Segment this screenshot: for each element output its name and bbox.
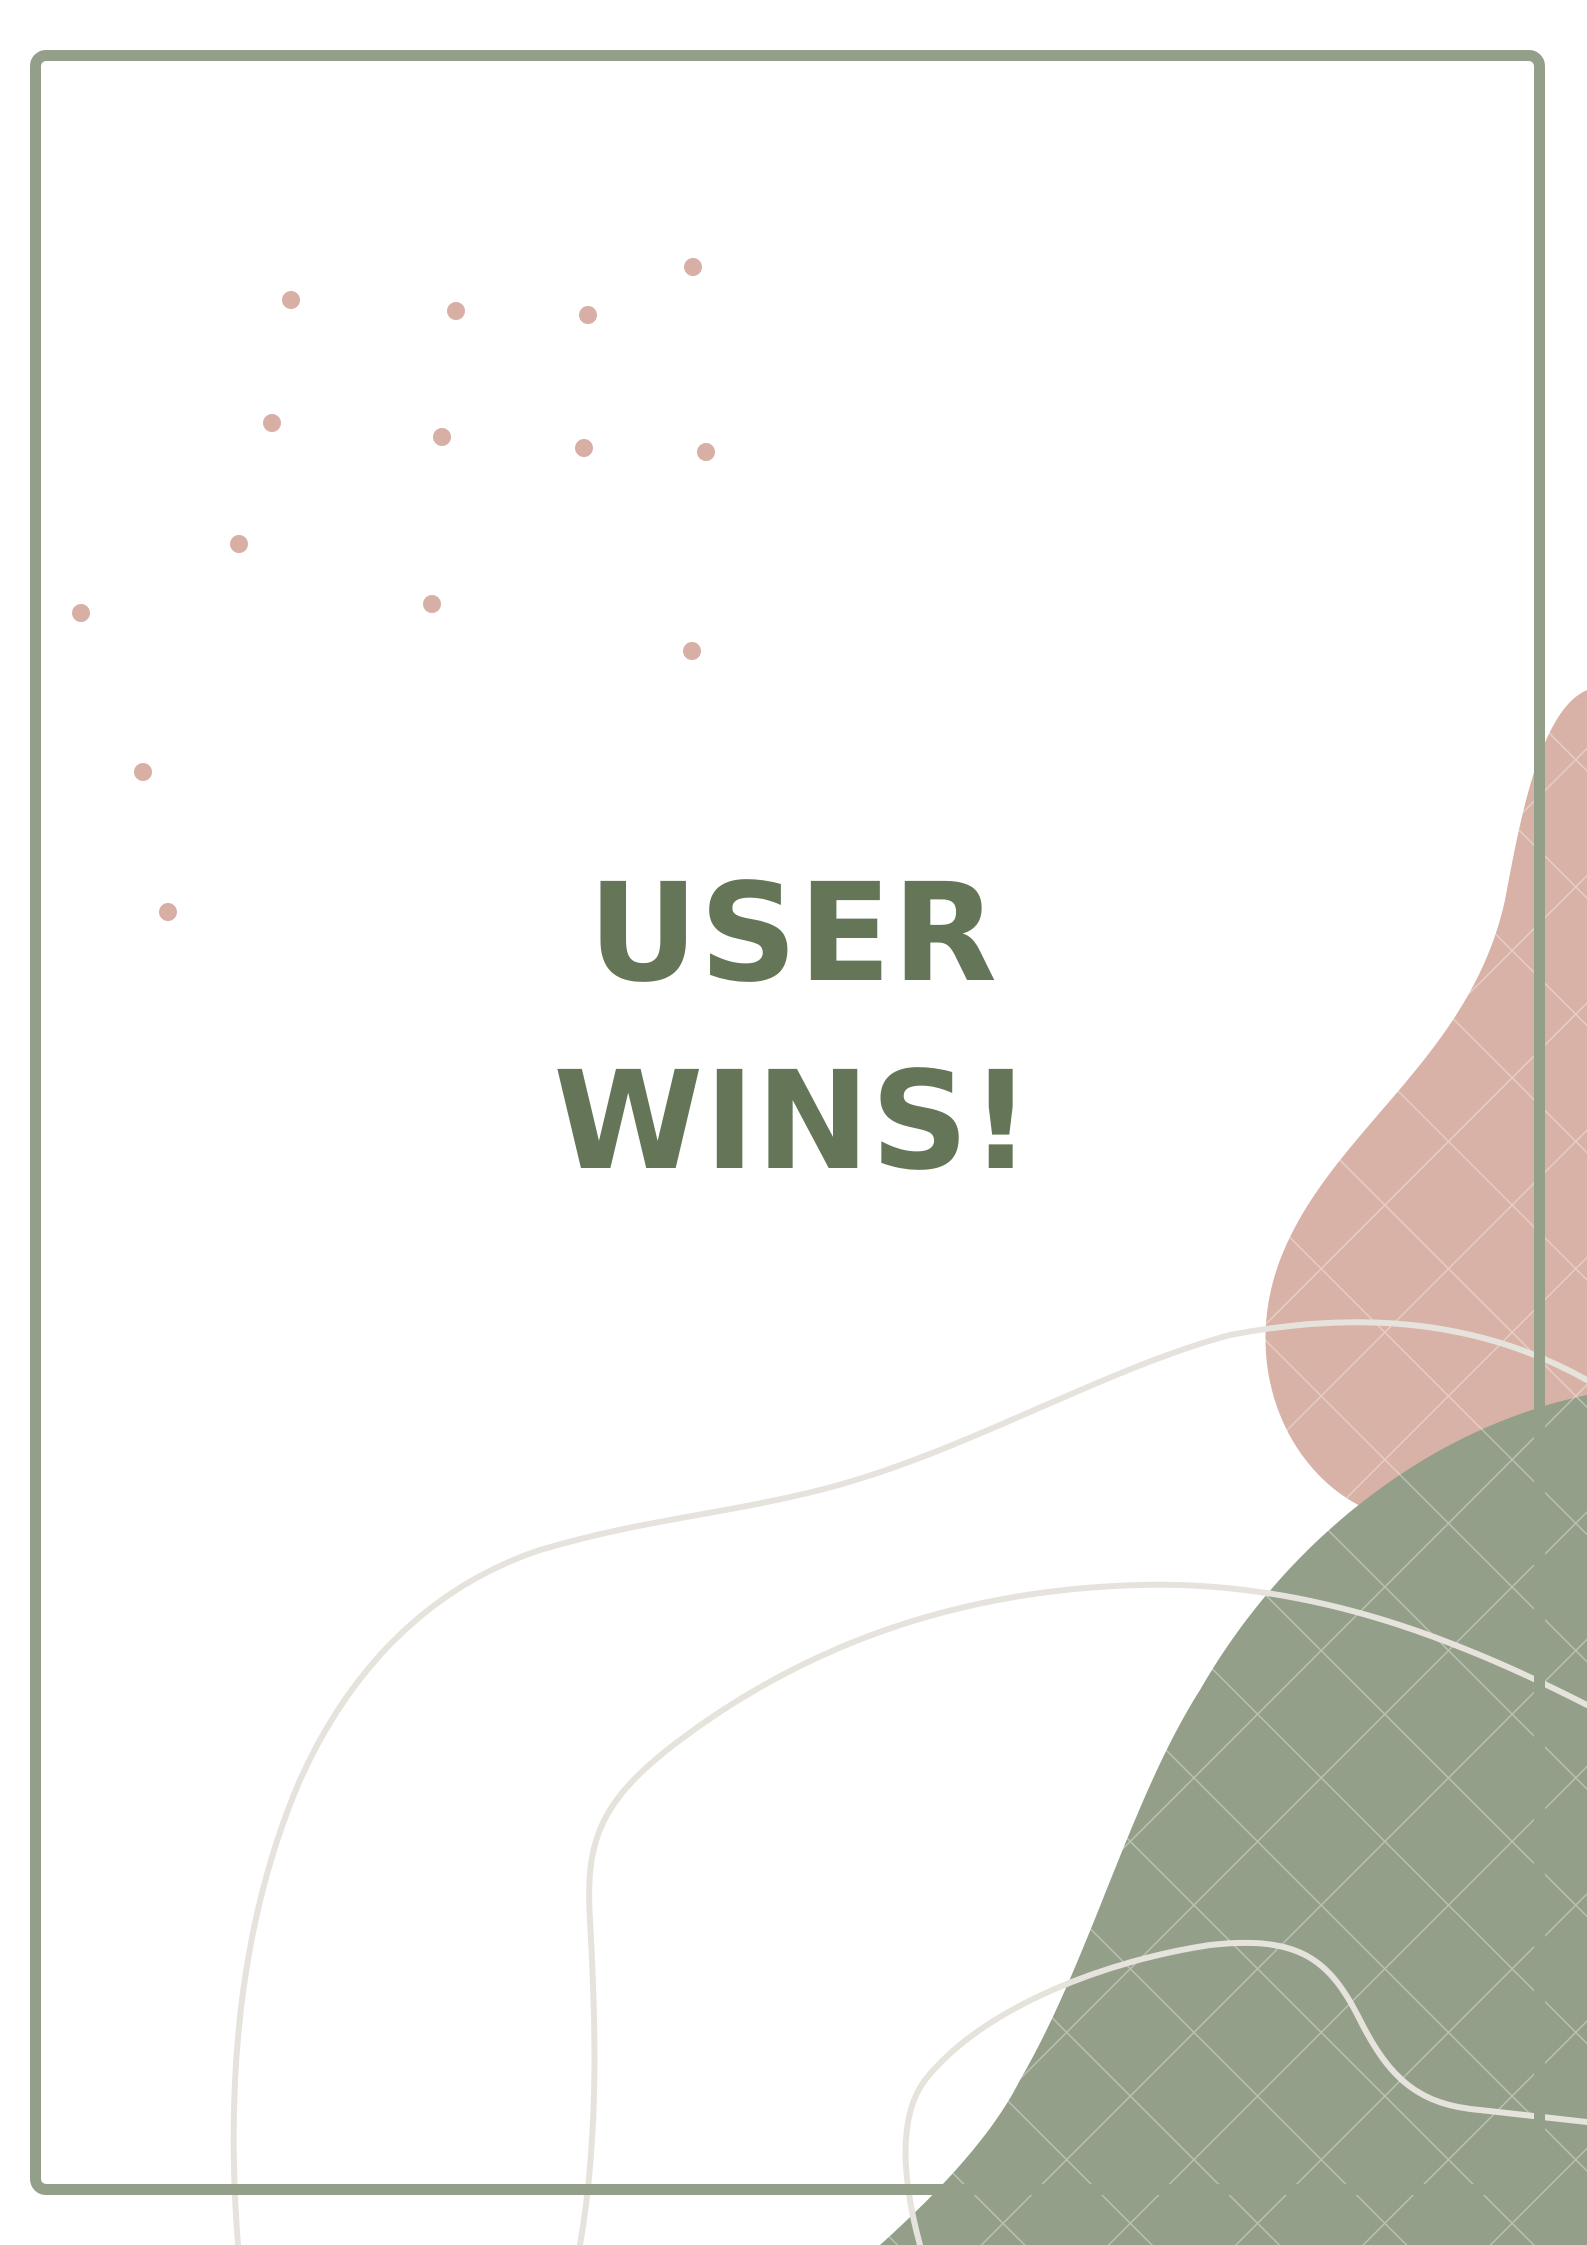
win-message-line-1: USER: [587, 855, 998, 1013]
win-message-line-2: WINS!: [553, 1043, 1033, 1201]
game-result-screen: USER WINS!: [0, 0, 1587, 2245]
win-message: USER WINS!: [393, 840, 1193, 1216]
